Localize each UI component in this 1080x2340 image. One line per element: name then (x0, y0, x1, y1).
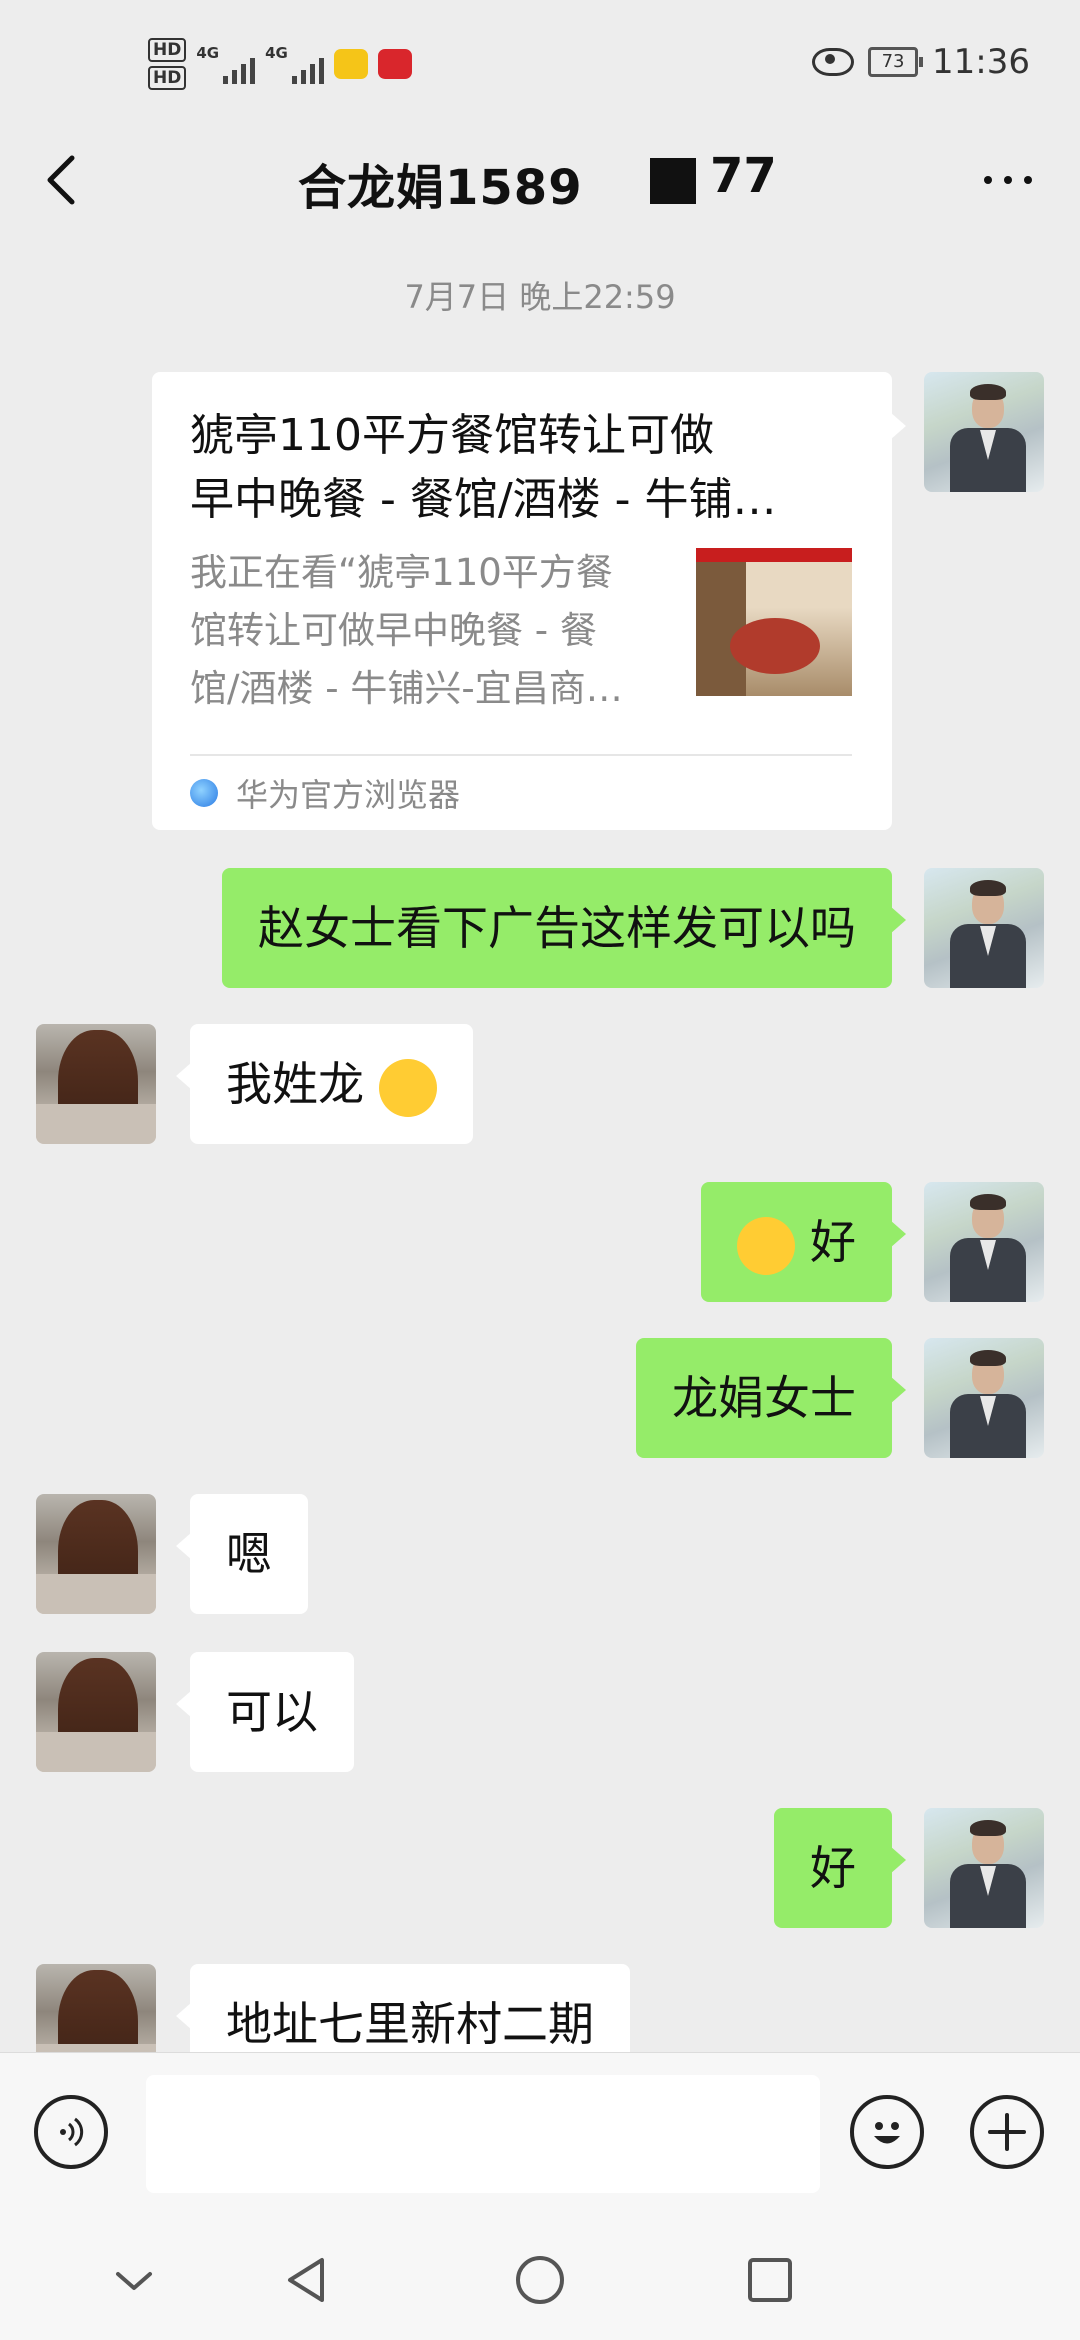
status-bar: HD HD 4G 4G 73 11:36 (0, 0, 1080, 130)
link-card-title-line: 早中晚餐 - 餐馆/酒楼 - 牛铺… (190, 474, 777, 525)
more-dots-icon (984, 176, 992, 184)
message-text: 龙娟女士 (672, 1371, 856, 1425)
link-card-body: 我正在看“猇亭110平方餐 馆转让可做早中晚餐 - 餐 馆/酒楼 - 牛铺兴-宜… (190, 544, 852, 724)
avatar-hair (970, 880, 1006, 896)
eye-icon (812, 48, 855, 76)
received-message-bubble[interactable]: 嗯 (176, 1494, 308, 1614)
link-card-title-line: 猇亭110平方餐馆转让可做 (190, 410, 714, 461)
message-text: 好 (810, 1841, 856, 1895)
link-card-source: 华为官方浏览器 (236, 776, 461, 814)
my-avatar[interactable] (924, 1808, 1044, 1928)
signal-bar (309, 64, 315, 84)
message-text: 赵女士看下广告这样发可以吗 (258, 901, 856, 955)
plus-button[interactable] (970, 2095, 1044, 2169)
youdao-app-icon (377, 49, 412, 79)
nav-back-button[interactable] (282, 2254, 334, 2306)
hd-badge-2: HD (148, 66, 187, 90)
chevron-down-icon (116, 2272, 152, 2290)
nav-home-icon (516, 2256, 564, 2304)
avatar-sweater (36, 1732, 156, 1772)
contact-avatar[interactable] (36, 1652, 156, 1772)
network-type-1: 4G (196, 44, 220, 62)
collapse-nav-button[interactable] (108, 2254, 160, 2306)
received-message-bubble[interactable]: 可以 (176, 1652, 354, 1772)
signal-bar (241, 64, 247, 84)
browser-icon (190, 779, 218, 807)
nav-recents-icon (748, 2258, 792, 2302)
avatar-sweater (36, 1104, 156, 1144)
emoji-button[interactable] (850, 2095, 924, 2169)
message-input[interactable] (146, 2075, 820, 2193)
chevron-left-icon (47, 155, 75, 205)
status-right: 73 11:36 (812, 42, 1030, 82)
signal-bar (300, 70, 306, 84)
chat-title: 合龙娟1589 (298, 160, 583, 216)
nav-recents-button[interactable] (744, 2254, 796, 2306)
signal-bar (223, 76, 229, 84)
hd-indicators: HD HD (148, 38, 187, 90)
mail-app-icon (333, 49, 368, 79)
hd-badge-1: HD (148, 38, 187, 62)
link-card-desc-line: 馆/酒楼 - 牛铺兴-宜昌商… (190, 667, 623, 710)
network-type-2: 4G (265, 44, 288, 62)
signal-icon: 4G (265, 44, 324, 84)
message-timestamp: 7月7日 晚上22:59 (404, 278, 676, 316)
sent-message-bubble[interactable]: 赵女士看下广告这样发可以吗 (222, 868, 906, 988)
chat-header: 合龙娟1589 77 (0, 130, 1080, 230)
my-avatar[interactable] (924, 372, 1044, 492)
avatar-sweater (36, 1574, 156, 1614)
sent-message-bubble[interactable]: 好 (701, 1182, 906, 1302)
voice-button[interactable] (34, 2095, 108, 2169)
more-button[interactable] (984, 176, 1032, 184)
hand-over-mouth-emoji (378, 1058, 437, 1117)
system-nav-bar (0, 2220, 1080, 2340)
message-text: 我姓龙 (226, 1057, 364, 1111)
link-card-footer: 华为官方浏览器 (190, 754, 852, 830)
status-left: HD HD 4G 4G (148, 34, 412, 94)
message-text: 好 (810, 1215, 856, 1269)
battery-icon: 73 (868, 47, 924, 77)
smiley-icon (874, 2122, 900, 2144)
input-bar (0, 2052, 1080, 2221)
my-avatar[interactable] (924, 868, 1044, 988)
signal-bar (232, 70, 238, 84)
back-button[interactable] (38, 152, 88, 208)
link-card-desc-line: 馆转让可做早中晚餐 - 餐 (190, 609, 597, 652)
more-dots-icon (1024, 176, 1032, 184)
signal-bar (318, 58, 324, 84)
chat-title-tail: 77 (710, 148, 777, 204)
message-text: 地址七里新村二期 (226, 1997, 594, 2051)
status-time: 11:36 (932, 42, 1030, 82)
link-card-desc-line: 我正在看“猇亭110平方餐 (190, 551, 613, 594)
signal-bar (291, 76, 297, 84)
voice-icon (60, 2117, 84, 2147)
received-message-bubble[interactable]: 我姓龙 (176, 1024, 473, 1144)
nav-back-icon (288, 2258, 324, 2302)
message-text: 嗯 (226, 1527, 272, 1581)
avatar-hair (970, 1820, 1006, 1836)
plus-icon (988, 2113, 1026, 2151)
signal-bar (250, 58, 256, 84)
my-avatar[interactable] (924, 1182, 1044, 1302)
link-card-thumbnail (696, 548, 852, 696)
contact-avatar[interactable] (36, 1494, 156, 1614)
redaction-block (650, 158, 696, 204)
sent-message-bubble[interactable]: 龙娟女士 (636, 1338, 906, 1458)
crying-laughing-emoji (737, 1216, 796, 1275)
contact-avatar[interactable] (36, 1024, 156, 1144)
thumbnail-table (730, 618, 820, 674)
avatar-hair (970, 1350, 1006, 1366)
avatar-hair (970, 1194, 1006, 1210)
my-avatar[interactable] (924, 1338, 1044, 1458)
link-card-message[interactable]: 猇亭110平方餐馆转让可做 早中晚餐 - 餐馆/酒楼 - 牛铺… 我正在看“猇亭… (152, 372, 906, 830)
more-dots-icon (1004, 176, 1012, 184)
avatar-hair (970, 384, 1006, 400)
nav-home-button[interactable] (514, 2254, 566, 2306)
signal-icon: 4G (196, 44, 256, 84)
sent-message-bubble[interactable]: 好 (774, 1808, 906, 1928)
message-text: 可以 (226, 1685, 318, 1739)
